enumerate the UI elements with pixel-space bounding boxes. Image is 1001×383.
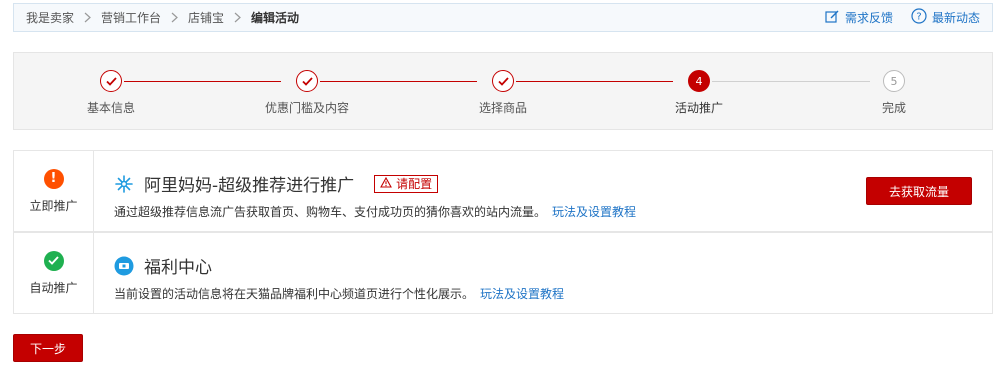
promotion-description: 通过超级推荐信息流广告获取首页、购物车、支付成功页的猜你喜欢的站内流量。 xyxy=(114,205,547,219)
exclamation-icon: ! xyxy=(43,168,64,189)
ticket-icon xyxy=(114,256,134,276)
promotion-status: ! 立即推广 xyxy=(14,151,94,231)
breadcrumb-item-shop[interactable]: 店铺宝 xyxy=(188,9,224,26)
step-basic-info: 基本信息 xyxy=(41,70,181,116)
chevron-right-icon xyxy=(171,12,178,23)
step-label: 完成 xyxy=(881,101,906,115)
breadcrumb-item-seller[interactable]: 我是卖家 xyxy=(26,9,74,26)
config-tag-label: 请配置 xyxy=(396,177,433,191)
promotion-description-line: 当前设置的活动信息将在天猫品牌福利中心频道页进行个性化展示。 玩法及设置教程 xyxy=(114,285,992,302)
top-bar: 我是卖家 营销工作台 店铺宝 编辑活动 需求反馈 ? 最新动态 xyxy=(13,3,993,32)
step-number: 4 xyxy=(688,70,710,92)
tutorial-link[interactable]: 玩法及设置教程 xyxy=(552,205,636,219)
step-progress: 基本信息 优惠门槛及内容 选择商品 4 活动推广 5 完成 xyxy=(13,52,993,130)
check-icon xyxy=(100,70,122,92)
promotion-title-line: 阿里妈妈-超级推荐进行推广 请配置 xyxy=(114,171,992,196)
tutorial-link[interactable]: 玩法及设置教程 xyxy=(480,287,564,301)
get-traffic-button[interactable]: 去获取流量 xyxy=(866,177,972,205)
top-actions: 需求反馈 ? 最新动态 xyxy=(825,8,980,27)
promotion-row-welfare-center: 自动推广 福利中心 当前设置的活动信息将在天猫品牌福利中心频道页进行个性化展示。… xyxy=(13,232,993,314)
promotion-title: 阿里妈妈-超级推荐进行推广 xyxy=(144,176,355,196)
config-required-tag: 请配置 xyxy=(374,174,439,193)
promotion-content: 阿里妈妈-超级推荐进行推广 请配置 通过超级推荐信息流广告获取首页、购物车、支付… xyxy=(94,151,992,231)
edit-icon xyxy=(825,9,840,27)
promotion-row-super-recommend: ! 立即推广 阿里妈妈-超级推荐进行推广 请配置 通过超级推荐信息流广告获取首页… xyxy=(13,150,993,232)
step-promotion: 4 活动推广 xyxy=(629,70,769,116)
step-select-goods: 选择商品 xyxy=(433,70,573,116)
feedback-label: 需求反馈 xyxy=(844,11,893,25)
check-icon xyxy=(492,70,514,92)
promotion-content: 福利中心 当前设置的活动信息将在天猫品牌福利中心频道页进行个性化展示。 玩法及设置… xyxy=(94,233,992,313)
step-label: 优惠门槛及内容 xyxy=(264,101,349,115)
next-step-button[interactable]: 下一步 xyxy=(13,334,83,362)
status-label: 立即推广 xyxy=(29,198,78,213)
promotion-description-line: 通过超级推荐信息流广告获取首页、购物车、支付成功页的猜你喜欢的站内流量。 玩法及设… xyxy=(114,203,992,220)
step-label: 选择商品 xyxy=(478,101,527,115)
step-label: 活动推广 xyxy=(674,101,723,115)
svg-text:?: ? xyxy=(916,12,921,23)
breadcrumb-item-current: 编辑活动 xyxy=(251,11,300,25)
breadcrumb: 我是卖家 营销工作台 店铺宝 编辑活动 xyxy=(26,9,825,26)
news-label: 最新动态 xyxy=(931,11,980,25)
chevron-right-icon xyxy=(84,12,91,23)
question-circle-icon: ? xyxy=(911,8,927,27)
promotion-description: 当前设置的活动信息将在天猫品牌福利中心频道页进行个性化展示。 xyxy=(114,287,475,301)
chevron-right-icon xyxy=(234,12,241,23)
promotion-title-line: 福利中心 xyxy=(114,253,992,278)
step-label: 基本信息 xyxy=(86,101,135,115)
check-icon xyxy=(43,250,64,271)
check-icon xyxy=(296,70,318,92)
promotion-title: 福利中心 xyxy=(144,258,212,278)
promotion-status: 自动推广 xyxy=(14,233,94,313)
breadcrumb-item-marketing[interactable]: 营销工作台 xyxy=(101,9,161,26)
step-finish: 5 完成 xyxy=(824,70,964,116)
warning-triangle-icon xyxy=(380,176,393,191)
news-link[interactable]: ? 最新动态 xyxy=(911,8,980,27)
sparkle-icon xyxy=(114,174,134,194)
step-number: 5 xyxy=(883,70,905,92)
status-label: 自动推广 xyxy=(29,280,78,295)
feedback-link[interactable]: 需求反馈 xyxy=(825,9,893,27)
step-threshold: 优惠门槛及内容 xyxy=(237,70,377,116)
